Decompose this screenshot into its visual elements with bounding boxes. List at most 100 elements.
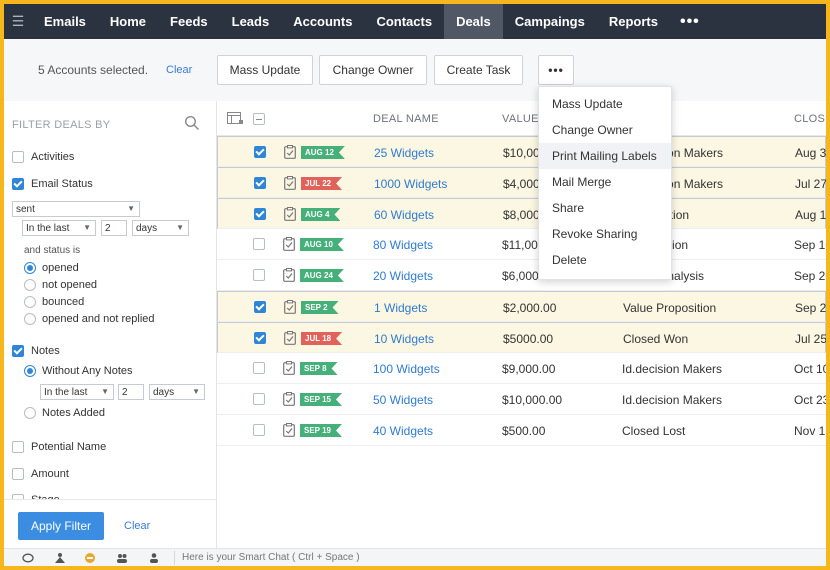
table-row[interactable]: AUG 12 25 Widgets $10,000.00 Id.decision Ma… bbox=[217, 136, 826, 167]
task-icon[interactable] bbox=[284, 207, 296, 221]
nav-item-feeds[interactable]: Feeds bbox=[158, 4, 220, 39]
row-checkbox[interactable] bbox=[254, 332, 266, 344]
column-header-closing-date[interactable]: CLOSI bbox=[794, 113, 826, 125]
more-actions-button[interactable]: ••• bbox=[538, 55, 574, 85]
task-icon[interactable] bbox=[284, 300, 296, 314]
status-radio-opened[interactable]: opened bbox=[24, 262, 79, 274]
radio-button[interactable] bbox=[24, 313, 36, 325]
period-select[interactable]: In the last ▼ bbox=[22, 220, 96, 236]
nav-item-campaings[interactable]: Campaings bbox=[503, 4, 597, 39]
radio-button[interactable] bbox=[24, 365, 36, 377]
radio-button[interactable] bbox=[24, 262, 36, 274]
filter-potential-name[interactable]: Potential Name bbox=[12, 441, 106, 453]
period-value-input[interactable]: 2 bbox=[101, 220, 127, 236]
notes-radio-without[interactable]: Without Any Notes bbox=[24, 365, 133, 377]
filter-notes[interactable]: Notes bbox=[12, 345, 60, 357]
row-checkbox[interactable] bbox=[254, 208, 266, 220]
status-radio-not-opened[interactable]: not opened bbox=[24, 279, 97, 291]
table-row[interactable]: AUG 2420 Widgets$6,000.00Needs AnalysisS… bbox=[217, 260, 826, 291]
task-icon[interactable] bbox=[283, 361, 295, 375]
task-icon[interactable] bbox=[283, 268, 295, 282]
dropdown-item-share[interactable]: Share bbox=[539, 195, 671, 221]
filter-amount[interactable]: Amount bbox=[12, 468, 69, 480]
table-row[interactable]: SEP 8 100 Widgets $9,000.00 Id.decision Mak… bbox=[217, 353, 826, 384]
amount-checkbox[interactable] bbox=[12, 468, 24, 480]
row-checkbox[interactable] bbox=[254, 177, 266, 189]
deal-name-link[interactable]: 60 Widgets bbox=[374, 208, 434, 222]
clear-filter-link[interactable]: Clear bbox=[124, 520, 150, 532]
nav-item-contacts[interactable]: Contacts bbox=[364, 4, 444, 39]
row-checkbox[interactable] bbox=[253, 238, 265, 250]
row-checkbox[interactable] bbox=[253, 424, 265, 436]
nav-item-deals[interactable]: Deals bbox=[444, 4, 503, 39]
deal-name-link[interactable]: 10 Widgets bbox=[374, 332, 434, 346]
row-checkbox[interactable] bbox=[253, 269, 265, 281]
notes-checkbox[interactable] bbox=[12, 345, 24, 357]
table-row[interactable]: AUG 1080 Widgets$11,000.00QualificationS… bbox=[217, 229, 826, 260]
row-checkbox[interactable] bbox=[253, 393, 265, 405]
radio-button[interactable] bbox=[24, 296, 36, 308]
deal-name-link[interactable]: 80 Widgets bbox=[373, 238, 433, 252]
deal-name-link[interactable]: 50 Widgets bbox=[373, 393, 433, 407]
table-row[interactable]: AUG 460 Widgets$8,000.00QualificationAug… bbox=[217, 198, 826, 229]
mass-update-button[interactable]: Mass Update bbox=[217, 55, 313, 85]
search-icon[interactable] bbox=[184, 115, 200, 131]
person-icon[interactable] bbox=[148, 552, 160, 564]
task-icon[interactable] bbox=[283, 423, 295, 437]
task-icon[interactable] bbox=[283, 237, 295, 251]
deal-name-link[interactable]: 40 Widgets bbox=[373, 424, 433, 438]
user-tree-icon[interactable] bbox=[54, 552, 66, 564]
select-all-checkbox[interactable] bbox=[253, 113, 265, 125]
table-row[interactable]: SEP 2 1 Widgets $2,000.00 Value Proposition… bbox=[217, 291, 826, 322]
column-settings-icon[interactable] bbox=[227, 112, 243, 125]
filter-activities[interactable]: Activities bbox=[12, 151, 74, 163]
contacts-icon[interactable] bbox=[116, 552, 128, 564]
column-header-deal-name[interactable]: DEAL NAME bbox=[373, 113, 439, 125]
hamburger-menu-icon[interactable]: ☰ bbox=[4, 4, 32, 39]
table-row[interactable]: SEP 15 50 Widgets $10,000.00 Id.decision Ma… bbox=[217, 384, 826, 415]
deal-name-link[interactable]: 1 Widgets bbox=[374, 301, 427, 315]
dropdown-item-revoke-sharing[interactable]: Revoke Sharing bbox=[539, 221, 671, 247]
radio-button[interactable] bbox=[24, 279, 36, 291]
unit-select[interactable]: days ▼ bbox=[132, 220, 189, 236]
column-header-value[interactable]: VALUE bbox=[502, 113, 539, 125]
deal-name-link[interactable]: 25 Widgets bbox=[374, 146, 434, 160]
table-row[interactable]: JUL 18 10 Widgets $5000.00 Closed Won Jul 25 bbox=[217, 322, 826, 353]
nav-item-accounts[interactable]: Accounts bbox=[281, 4, 364, 39]
potential-name-checkbox[interactable] bbox=[12, 441, 24, 453]
notes-radio-added[interactable]: Notes Added bbox=[24, 407, 105, 419]
deal-name-link[interactable]: 20 Widgets bbox=[373, 269, 433, 283]
nav-item-home[interactable]: Home bbox=[98, 4, 158, 39]
nav-item-reports[interactable]: Reports bbox=[597, 4, 670, 39]
task-icon[interactable] bbox=[284, 176, 296, 190]
email-status-select[interactable]: sent ▼ bbox=[12, 201, 140, 217]
table-row[interactable]: JUL 22 1000 Widgets $4,000.00 Id.decision M… bbox=[217, 167, 826, 198]
deal-name-link[interactable]: 100 Widgets bbox=[373, 362, 440, 376]
filter-email-status[interactable]: Email Status bbox=[12, 178, 93, 190]
nav-item-emails[interactable]: Emails bbox=[32, 4, 98, 39]
bot-icon[interactable] bbox=[84, 552, 96, 564]
dropdown-item-mass-update[interactable]: Mass Update bbox=[539, 91, 671, 117]
task-icon[interactable] bbox=[284, 331, 296, 345]
clear-selection-link[interactable]: Clear bbox=[166, 64, 192, 76]
radio-button[interactable] bbox=[24, 407, 36, 419]
row-checkbox[interactable] bbox=[254, 146, 266, 158]
task-icon[interactable] bbox=[283, 392, 295, 406]
dropdown-item-delete[interactable]: Delete bbox=[539, 247, 671, 273]
dropdown-item-mail-merge[interactable]: Mail Merge bbox=[539, 169, 671, 195]
row-checkbox[interactable] bbox=[253, 362, 265, 374]
change-owner-button[interactable]: Change Owner bbox=[319, 55, 427, 85]
apply-filter-button[interactable]: Apply Filter bbox=[18, 512, 104, 540]
deal-name-link[interactable]: 1000 Widgets bbox=[374, 177, 447, 191]
dropdown-item-print-mailing-labels[interactable]: Print Mailing Labels bbox=[539, 143, 671, 169]
nav-item-leads[interactable]: Leads bbox=[220, 4, 282, 39]
smart-chat-input[interactable]: Here is your Smart Chat ( Ctrl + Space ) bbox=[182, 552, 360, 563]
dropdown-item-change-owner[interactable]: Change Owner bbox=[539, 117, 671, 143]
chat-icon[interactable] bbox=[22, 552, 34, 564]
notes-period-value-input[interactable]: 2 bbox=[118, 384, 144, 400]
nav-more-button[interactable]: ••• bbox=[670, 4, 710, 39]
row-checkbox[interactable] bbox=[254, 301, 266, 313]
create-task-button[interactable]: Create Task bbox=[434, 55, 523, 85]
table-row[interactable]: SEP 19 40 Widgets $500.00 Closed Lost Nov 15 bbox=[217, 415, 826, 446]
activities-checkbox[interactable] bbox=[12, 151, 24, 163]
